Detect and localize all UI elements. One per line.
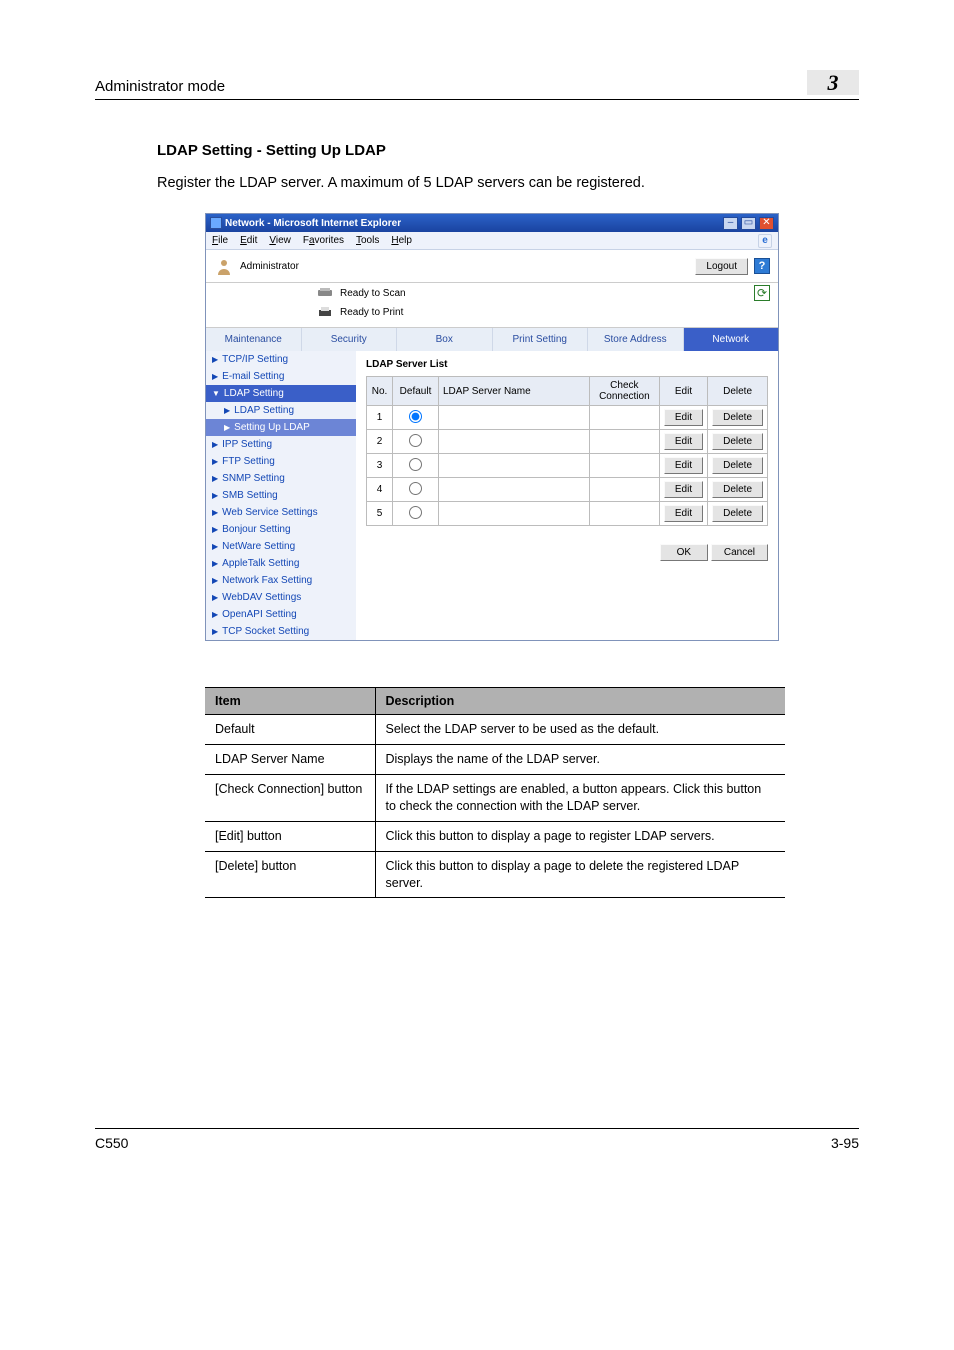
default-radio[interactable] — [409, 506, 422, 519]
page-footer: C550 3-95 — [95, 1128, 859, 1151]
help-icon[interactable]: ? — [754, 258, 770, 274]
sidebar-item-netware[interactable]: ▶NetWare Setting — [206, 538, 356, 555]
sidebar-item-ldap-group[interactable]: ▼LDAP Setting — [206, 385, 356, 402]
tab-network[interactable]: Network — [684, 328, 779, 351]
sidebar-item-snmp[interactable]: ▶SNMP Setting — [206, 470, 356, 487]
sidebar-item-tcpip[interactable]: ▶TCP/IP Setting — [206, 351, 356, 368]
sidebar-item-webdav[interactable]: ▶WebDAV Settings — [206, 589, 356, 606]
table-row: LDAP Server NameDisplays the name of the… — [205, 745, 785, 775]
edit-button[interactable]: Edit — [664, 505, 703, 522]
sidebar-item-settingup-ldap[interactable]: ▶Setting Up LDAP — [206, 419, 356, 436]
ok-button[interactable]: OK — [660, 544, 708, 561]
sidebar-item-bonjour[interactable]: ▶Bonjour Setting — [206, 521, 356, 538]
tab-maintenance[interactable]: Maintenance — [206, 328, 302, 351]
menu-file[interactable]: File — [212, 235, 228, 246]
menu-edit[interactable]: Edit — [240, 235, 257, 246]
sidebar-item-networkfax[interactable]: ▶Network Fax Setting — [206, 572, 356, 589]
sidebar-item-email[interactable]: ▶E-mail Setting — [206, 368, 356, 385]
admin-icon — [214, 256, 234, 276]
section-intro: Register the LDAP server. A maximum of 5… — [157, 173, 859, 193]
menu-tools[interactable]: Tools — [356, 235, 379, 246]
description-table: ItemDescription DefaultSelect the LDAP s… — [205, 687, 785, 898]
close-button[interactable]: ✕ — [759, 217, 774, 230]
scanner-icon — [316, 286, 334, 300]
chapter-badge: 3 — [807, 70, 859, 95]
panel-title: LDAP Server List — [366, 359, 768, 370]
page-header: Administrator mode 3 — [95, 70, 859, 100]
table-row: 1EditDelete — [367, 406, 768, 430]
app-header: Administrator Logout ? — [206, 250, 778, 283]
cancel-button[interactable]: Cancel — [711, 544, 768, 561]
table-row: [Edit] buttonClick this button to displa… — [205, 821, 785, 851]
delete-button[interactable]: Delete — [712, 481, 763, 498]
col-check: Check Connection — [589, 377, 659, 406]
admin-label: Administrator — [240, 261, 299, 272]
col-def: Default — [393, 377, 439, 406]
status-block: Ready to Scan ⟳ Ready to Print — [206, 283, 778, 328]
edit-button[interactable]: Edit — [664, 433, 703, 450]
table-row: DefaultSelect the LDAP server to be used… — [205, 715, 785, 745]
sidebar-item-webservice[interactable]: ▶Web Service Settings — [206, 504, 356, 521]
table-row: 4EditDelete — [367, 478, 768, 502]
delete-button[interactable]: Delete — [712, 457, 763, 474]
sidebar-item-appletalk[interactable]: ▶AppleTalk Setting — [206, 555, 356, 572]
section-title: LDAP Setting - Setting Up LDAP — [157, 142, 859, 159]
col-edit: Edit — [659, 377, 707, 406]
sidebar-item-ftp[interactable]: ▶FTP Setting — [206, 453, 356, 470]
edit-button[interactable]: Edit — [664, 409, 703, 426]
screenshot-window: Network - Microsoft Internet Explorer – … — [205, 213, 779, 641]
window-titlebar: Network - Microsoft Internet Explorer – … — [206, 214, 778, 232]
sidebar-item-smb[interactable]: ▶SMB Setting — [206, 487, 356, 504]
delete-button[interactable]: Delete — [712, 409, 763, 426]
table-row: [Delete] buttonClick this button to disp… — [205, 851, 785, 898]
ldap-table: No. Default LDAP Server Name Check Conne… — [366, 376, 768, 526]
edit-button[interactable]: Edit — [664, 481, 703, 498]
minimize-button[interactable]: – — [723, 217, 738, 230]
col-desc: Description — [375, 688, 785, 715]
col-del: Delete — [708, 377, 768, 406]
table-row: 2EditDelete — [367, 430, 768, 454]
breadcrumb: Administrator mode — [95, 78, 225, 95]
default-radio[interactable] — [409, 482, 422, 495]
menu-favorites[interactable]: Favorites — [303, 235, 344, 246]
menu-help[interactable]: Help — [391, 235, 412, 246]
status-print: Ready to Print — [340, 307, 403, 318]
tab-box[interactable]: Box — [397, 328, 493, 351]
sidebar-item-ipp[interactable]: ▶IPP Setting — [206, 436, 356, 453]
menu-view[interactable]: View — [269, 235, 291, 246]
maximize-button[interactable]: ▭ — [741, 217, 756, 230]
delete-button[interactable]: Delete — [712, 433, 763, 450]
sidebar-item-tcpsocket[interactable]: ▶TCP Socket Setting — [206, 623, 356, 640]
default-radio[interactable] — [409, 458, 422, 471]
sidebar-item-openapi[interactable]: ▶OpenAPI Setting — [206, 606, 356, 623]
tab-store[interactable]: Store Address — [588, 328, 684, 351]
col-item: Item — [205, 688, 375, 715]
logout-button[interactable]: Logout — [695, 258, 748, 275]
edit-button[interactable]: Edit — [664, 457, 703, 474]
tab-print[interactable]: Print Setting — [493, 328, 589, 351]
ie-icon — [210, 217, 222, 229]
footer-left: C550 — [95, 1135, 128, 1151]
menubar: File Edit View Favorites Tools Help e — [206, 232, 778, 250]
refresh-icon[interactable]: ⟳ — [754, 285, 770, 301]
delete-button[interactable]: Delete — [712, 505, 763, 522]
main-panel: LDAP Server List No. Default LDAP Server… — [356, 351, 778, 640]
printer-icon — [316, 305, 334, 319]
sidebar-item-ldap[interactable]: ▶LDAP Setting — [206, 402, 356, 419]
window-title: Network - Microsoft Internet Explorer — [225, 218, 720, 229]
table-row: 3EditDelete — [367, 454, 768, 478]
tabbar: Maintenance Security Box Print Setting S… — [206, 328, 778, 351]
default-radio[interactable] — [409, 434, 422, 447]
table-row: 5EditDelete — [367, 502, 768, 526]
ie-badge-icon: e — [758, 234, 772, 248]
sidebar: ▶TCP/IP Setting ▶E-mail Setting ▼LDAP Se… — [206, 351, 356, 640]
status-scan: Ready to Scan — [340, 288, 406, 299]
footer-right: 3-95 — [831, 1135, 859, 1151]
col-no: No. — [367, 377, 393, 406]
default-radio[interactable] — [409, 410, 422, 423]
col-name: LDAP Server Name — [439, 377, 590, 406]
table-row: [Check Connection] buttonIf the LDAP set… — [205, 775, 785, 822]
tab-security[interactable]: Security — [302, 328, 398, 351]
